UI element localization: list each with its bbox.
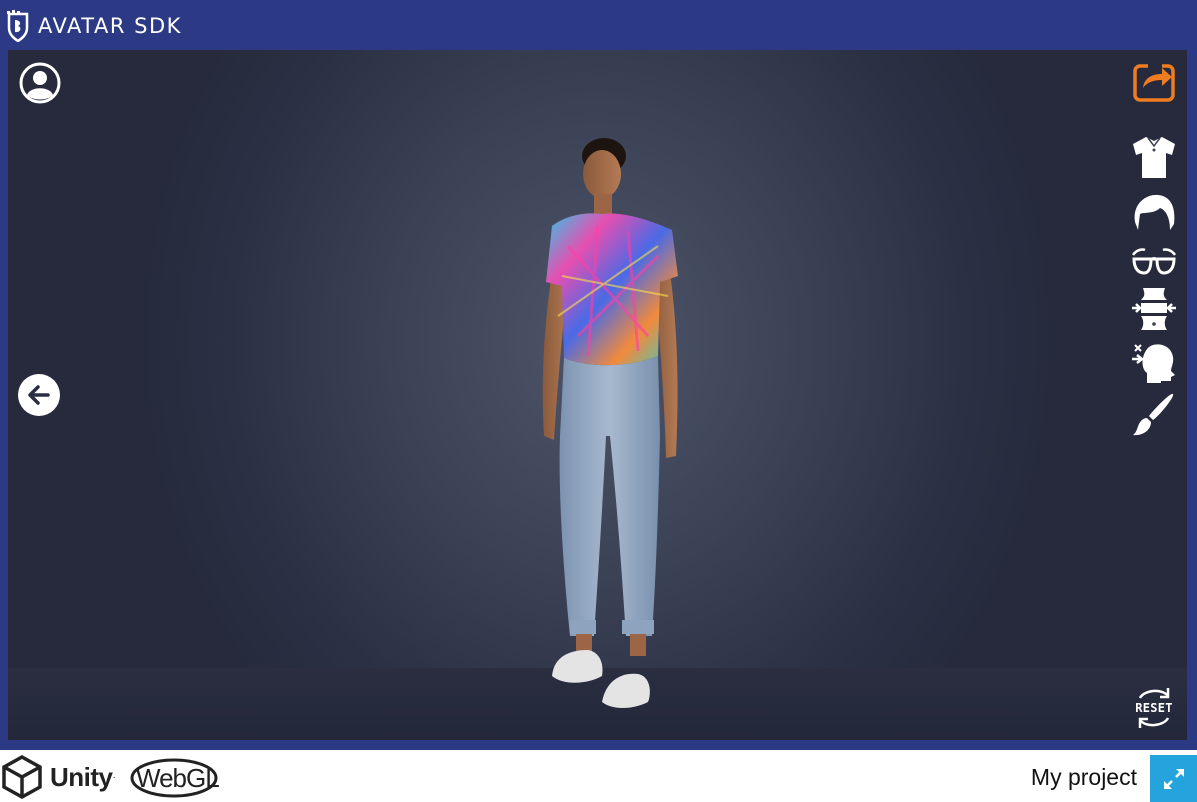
reset-label: RESET <box>1135 701 1173 715</box>
head-shape-icon <box>1132 344 1175 383</box>
glasses-icon <box>1131 248 1177 275</box>
unity-label: Unity <box>50 761 113 792</box>
webgl-label: WebGL <box>136 763 220 793</box>
unity-logo: Unity · <box>2 755 116 799</box>
avatar-model[interactable] <box>518 136 698 716</box>
unity-tm-mark: · <box>112 771 116 783</box>
paint-brush-icon <box>1133 393 1174 436</box>
arrow-left-icon <box>18 374 60 416</box>
body-shape-button[interactable] <box>1131 286 1177 332</box>
clothing-button[interactable] <box>1131 134 1177 180</box>
profile-button[interactable] <box>18 61 62 105</box>
paint-button[interactable] <box>1131 392 1177 438</box>
shirt-icon <box>1133 137 1175 178</box>
unity-cube-icon <box>2 755 42 799</box>
share-button[interactable] <box>1131 60 1177 104</box>
fullscreen-button[interactable] <box>1150 755 1197 802</box>
share-icon <box>1133 64 1175 102</box>
unity-footer: Unity · WebGL My project <box>0 750 1197 802</box>
app-title: AVATAR SDK <box>38 14 182 38</box>
avatar-viewport[interactable]: RESET <box>8 50 1187 740</box>
user-profile-icon <box>19 62 61 104</box>
fullscreen-icon <box>1163 768 1184 789</box>
avatar-sdk-shield-logo-icon <box>7 10 29 42</box>
hair-button[interactable] <box>1131 190 1177 234</box>
head-shape-button[interactable] <box>1131 340 1177 384</box>
app-frame: AVATAR SDK RESET <box>0 0 1197 750</box>
body-shape-icon <box>1132 288 1176 330</box>
project-name: My project <box>1030 764 1137 790</box>
brand: AVATAR SDK <box>6 9 182 43</box>
hair-icon <box>1134 194 1175 230</box>
webgl-logo: WebGL <box>128 757 224 799</box>
reset-button[interactable]: RESET <box>1130 684 1178 732</box>
accessories-button[interactable] <box>1131 242 1177 282</box>
back-button[interactable] <box>17 373 61 417</box>
